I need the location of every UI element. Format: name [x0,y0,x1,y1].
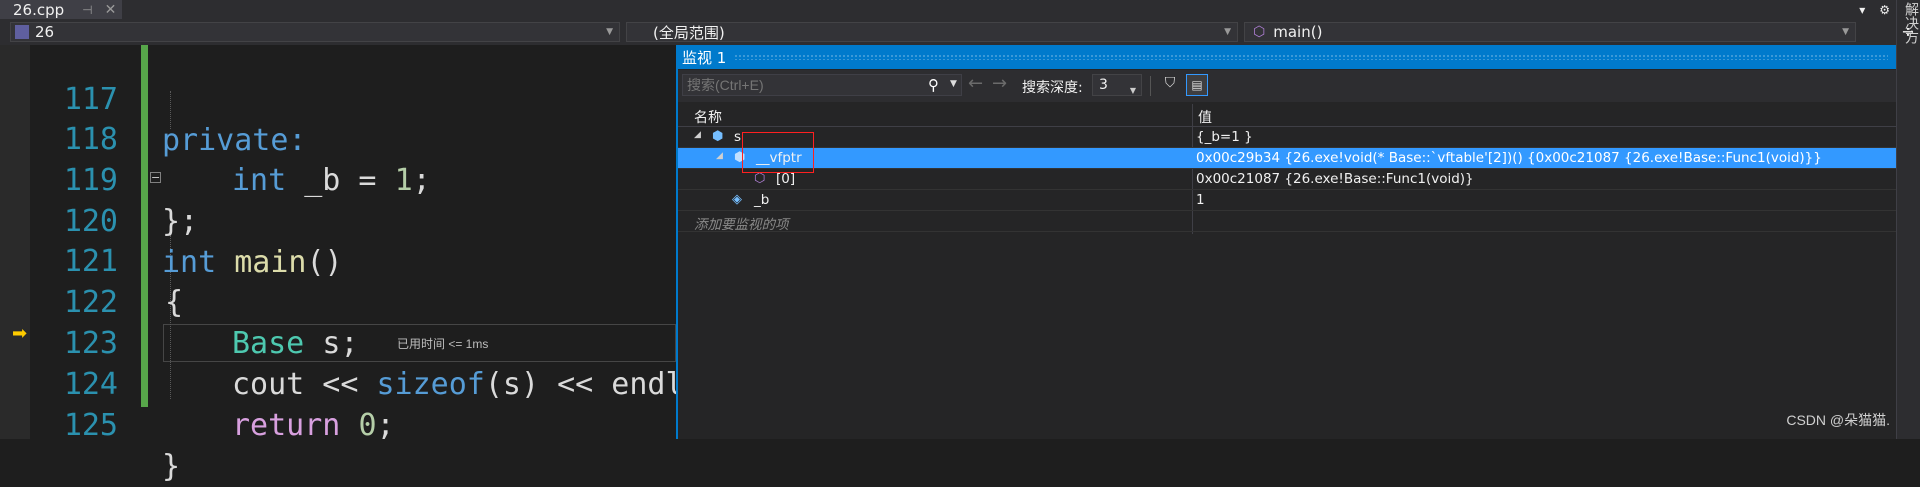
chevron-down-icon: ▼ [1129,86,1136,95]
toolbar-separator [1150,76,1151,96]
code-line: 120 int main() [0,160,676,280]
search-depth-select[interactable]: 3 ▼ [1092,74,1142,96]
watch-row-add[interactable]: 添加要监视的项 [678,211,1896,233]
watch-grid-header: 名称 值 [678,104,1896,127]
search-depth-label: 搜索深度: [1022,80,1083,96]
tab-strip-controls: ▾ ⚙ [1859,0,1890,19]
code-line: 119 }; [0,119,676,239]
watch-value[interactable]: 1 [1196,192,1205,208]
chevron-down-icon: ▼ [1842,27,1849,37]
document-tab[interactable]: 26.cpp ⊣ ✕ [0,0,123,19]
watch-toolbar: ⚲ ▼ ← → 搜索深度: 3 ▼ ⛉ ▤ [678,70,1896,102]
pin-icon[interactable]: ⊣ [82,3,92,17]
search-depth-value: 3 [1099,77,1108,93]
collapse-triangle-icon[interactable]: ◢ [694,130,701,140]
field-icon: ◈ [732,192,742,207]
collapse-toggle-icon[interactable]: − [150,172,161,183]
split-icon[interactable]: ÷ [1899,23,1917,41]
watch-row[interactable]: ◈ _b 1 [678,190,1896,211]
chevron-down-icon: ▼ [1224,27,1231,37]
collapse-triangle-icon[interactable]: ◢ [716,151,723,161]
annotation-highlight-box [742,132,814,173]
watermark: CSDN @朵猫猫. [1786,412,1890,428]
function-cube-icon: ⬡ [754,171,766,186]
title-grip [734,54,1888,60]
watch-value[interactable]: 0x00c29b34 {26.exe!void(* Base::`vftable… [1196,150,1822,166]
watch-name: s [734,129,742,145]
search-icon[interactable]: ⚲ [928,76,939,94]
watch-value[interactable]: {_b=1 } [1196,129,1253,145]
watch-name: _b [754,192,770,208]
arrow-left-icon[interactable]: ← [968,73,983,94]
column-header-value[interactable]: 值 [1198,107,1212,127]
watch-window-title: 监视 1 [682,48,727,67]
code-line: 117 private: [0,38,676,158]
chevron-down-icon[interactable]: ▼ [950,79,957,89]
code-line: 124 return 0; [0,323,676,443]
function-cube-icon: ⬡ [1253,24,1266,40]
watch-name: [0] [776,171,796,187]
column-header-name[interactable]: 名称 [694,107,722,127]
watch-row[interactable]: ◢ ⬢ __vfptr 0x00c29b34 {26.exe!void(* Ba… [678,148,1896,169]
project-icon [15,25,29,39]
document-tab-strip [0,0,1896,19]
arrow-right-icon[interactable]: → [992,73,1007,94]
gear-icon[interactable]: ⚙ [1879,3,1890,17]
search-box[interactable]: ⚲ ▼ [682,74,962,96]
code-line: 121 { [0,200,676,320]
function-dropdown[interactable]: ⬡ main() ▼ [1244,22,1856,42]
close-icon[interactable]: ✕ [105,2,117,18]
pin-source-icon[interactable]: ⛉ [1160,75,1180,95]
search-input[interactable] [683,75,931,95]
tab-title: 26.cpp [13,0,65,19]
watch-window-title-bar[interactable]: 监视 1 [678,45,1896,69]
code-line: 122 Base s; [0,241,676,361]
watch-value[interactable]: 0x00c21087 {26.exe!Base::Func1(void)} [1196,171,1474,187]
line-number: 125 [63,408,118,443]
code-line: 125 } [0,364,676,484]
code-text: return 0; [232,408,395,443]
object-icon: ⬢ [712,129,724,144]
chevron-down-icon: ▼ [606,27,613,37]
watch-row[interactable]: ⬡ [0] 0x00c21087 {26.exe!Base::Func1(voi… [678,169,1896,190]
watch-row[interactable]: ◢ ⬢ s {_b=1 } [678,127,1896,148]
solution-explorer-side-tab[interactable]: 解决方 ÷ [1896,0,1920,439]
tab-list-dropdown-icon[interactable]: ▾ [1859,3,1865,17]
code-line: 118 int _b = 1; [0,78,676,198]
perf-tip[interactable]: 已用时间 <= 1ms [397,335,488,352]
function-value: main() [1273,23,1323,41]
code-text: } [162,449,181,484]
hex-display-icon[interactable]: ▤ [1186,74,1208,96]
scope-dropdown[interactable]: (全局范围) ▼ [626,22,1238,42]
add-watch-item[interactable]: 添加要监视的项 [694,213,789,233]
code-line: 123 cout << sizeof(s) << endl; [0,282,702,402]
